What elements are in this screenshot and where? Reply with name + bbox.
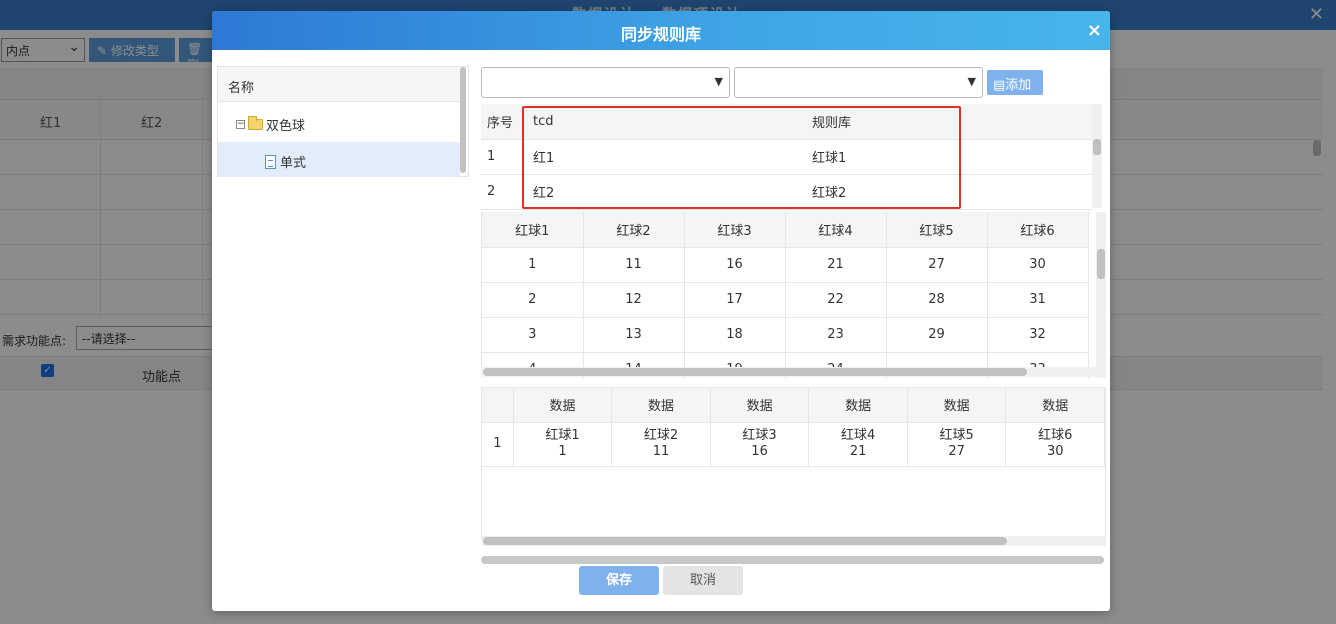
grid-cell: 32 (987, 317, 1089, 353)
grid-cell: 31 (987, 282, 1089, 318)
row-index: 1 (482, 422, 514, 467)
mapping-scrollbar[interactable] (1092, 104, 1102, 208)
column-header: 数据 (808, 388, 908, 423)
result-cell-name: 红球2 (643, 428, 679, 443)
result-cell-value: 30 (1046, 444, 1064, 459)
result-cell-value: 21 (849, 444, 867, 459)
grid-cell: 11 (583, 247, 685, 283)
panel-hscrollbar[interactable] (481, 556, 1104, 564)
grid-cell: 28 (886, 282, 988, 318)
add-button-label: 添加 (1005, 78, 1032, 93)
result-cell-name: 红球6 (1038, 428, 1073, 443)
result-cell: 红球5 27 (907, 422, 1007, 467)
grid-cell: 12 (583, 282, 685, 318)
highlight-box (522, 106, 961, 209)
result-cell: 红球6 30 (1005, 422, 1105, 467)
tree-node-child-label: 单式 (280, 156, 307, 171)
column-header: 数据 (907, 388, 1007, 423)
grid-cell: 3 (482, 317, 584, 353)
rule-field-select[interactable]: ▼ (734, 67, 983, 98)
chevron-down-icon: ▼ (714, 75, 723, 88)
grid-cell: 13 (583, 317, 685, 353)
file-icon (265, 154, 276, 169)
grid-cell: 30 (987, 247, 1089, 283)
row-index: 1 (481, 139, 527, 175)
result-cell: 红球1 1 (513, 422, 613, 467)
data-grid-table: 红球1 红球2 红球3 红球4 红球5 红球6 1 11 16 21 27 30 (482, 212, 1089, 379)
column-header: 红球4 (785, 212, 887, 248)
dialog-header: 同步规则库 × (212, 11, 1110, 50)
column-header: 红球1 (482, 212, 584, 248)
tree-header: 名称 (218, 67, 460, 102)
sync-rules-dialog: 同步规则库 × 名称 − 双色球 单式 ▼ ▼ ▤添加 序号 tcd 规则库 1… (212, 11, 1110, 611)
cancel-button[interactable]: 取消 (663, 566, 743, 595)
grid-cell: 2 (482, 282, 584, 318)
column-header: 红球2 (583, 212, 685, 248)
collapse-icon[interactable]: − (236, 120, 245, 129)
tree-node-root-label: 双色球 (266, 119, 306, 134)
result-cell-value: 27 (948, 444, 965, 459)
save-button[interactable]: 保存 (579, 566, 659, 595)
table-row[interactable]: 2 12 17 22 28 31 (482, 282, 1089, 318)
grid-cell: 16 (684, 247, 786, 283)
tree-panel: 名称 − 双色球 单式 (217, 66, 469, 177)
result-cell-name: 红球4 (840, 428, 876, 443)
column-header: 数据 (611, 388, 711, 423)
column-header: 红球5 (886, 212, 988, 248)
dialog-title: 同步规则库 (620, 25, 701, 44)
result-grid: 数据 数据 数据 数据 数据 数据 1 红球1 1 红球2 11 红球3 16 红球4… (481, 387, 1106, 539)
row-index: 2 (481, 174, 527, 210)
tree-node-child[interactable]: 单式 (218, 142, 460, 177)
grid-cell: 21 (785, 247, 887, 283)
table-row[interactable]: 1 11 16 21 27 30 (482, 247, 1089, 283)
grid-cell: 17 (684, 282, 786, 318)
result-grid-table: 数据 数据 数据 数据 数据 数据 1 红球1 1 红球2 11 红球3 16 红球4… (482, 388, 1105, 467)
column-header: 数据 (513, 388, 613, 423)
result-grid-header-row: 数据 数据 数据 数据 数据 数据 (482, 388, 1105, 423)
data-grid: 红球1 红球2 红球3 红球4 红球5 红球6 1 11 16 21 27 30 (481, 212, 1096, 379)
folder-icon (248, 116, 263, 130)
add-button[interactable]: ▤添加 (987, 70, 1043, 95)
result-cell-name: 红球1 (545, 428, 580, 443)
data-grid-vscrollbar[interactable] (1096, 212, 1106, 378)
table-row[interactable]: 1 红球1 1 红球2 11 红球3 16 红球4 21 红球5 27 红球6 30 (482, 422, 1105, 467)
column-header: 数据 (1005, 388, 1105, 423)
result-grid-hscrollbar-thumb[interactable] (483, 537, 1007, 545)
grid-cell: 23 (785, 317, 887, 353)
column-header: 数据 (710, 388, 810, 423)
grid-cell: 29 (886, 317, 988, 353)
close-icon[interactable]: × (1087, 20, 1102, 41)
grid-cell: 27 (886, 247, 988, 283)
index-header (482, 388, 514, 423)
mapping-scrollbar-thumb[interactable] (1093, 139, 1101, 155)
source-field-select[interactable]: ▼ (481, 67, 730, 98)
grid-cell: 22 (785, 282, 887, 318)
table-row[interactable]: 3 13 18 23 29 32 (482, 317, 1089, 353)
result-cell-value: 11 (652, 444, 670, 459)
result-cell-name: 红球3 (742, 428, 777, 443)
column-header: 红球3 (684, 212, 786, 248)
grid-cell: 18 (684, 317, 786, 353)
column-header-index: 序号 (481, 104, 527, 140)
chevron-down-icon: ▼ (967, 75, 976, 88)
result-cell-value: 16 (751, 444, 768, 459)
result-cell: 红球2 11 (611, 422, 711, 467)
result-cell-name: 红球5 (939, 428, 974, 443)
save-disk-icon: ▤ (993, 78, 1006, 93)
tree-node-root[interactable]: − 双色球 (236, 115, 305, 134)
result-cell-value: 1 (558, 444, 567, 459)
data-grid-header-row: 红球1 红球2 红球3 红球4 红球5 红球6 (482, 212, 1089, 248)
result-cell: 红球4 21 (808, 422, 908, 467)
column-header: 红球6 (987, 212, 1089, 248)
tree-scrollbar[interactable] (460, 67, 466, 173)
data-grid-hscrollbar-thumb[interactable] (483, 368, 1027, 376)
result-cell: 红球3 16 (710, 422, 810, 467)
grid-cell: 1 (482, 247, 584, 283)
data-grid-vscrollbar-thumb[interactable] (1097, 249, 1105, 279)
